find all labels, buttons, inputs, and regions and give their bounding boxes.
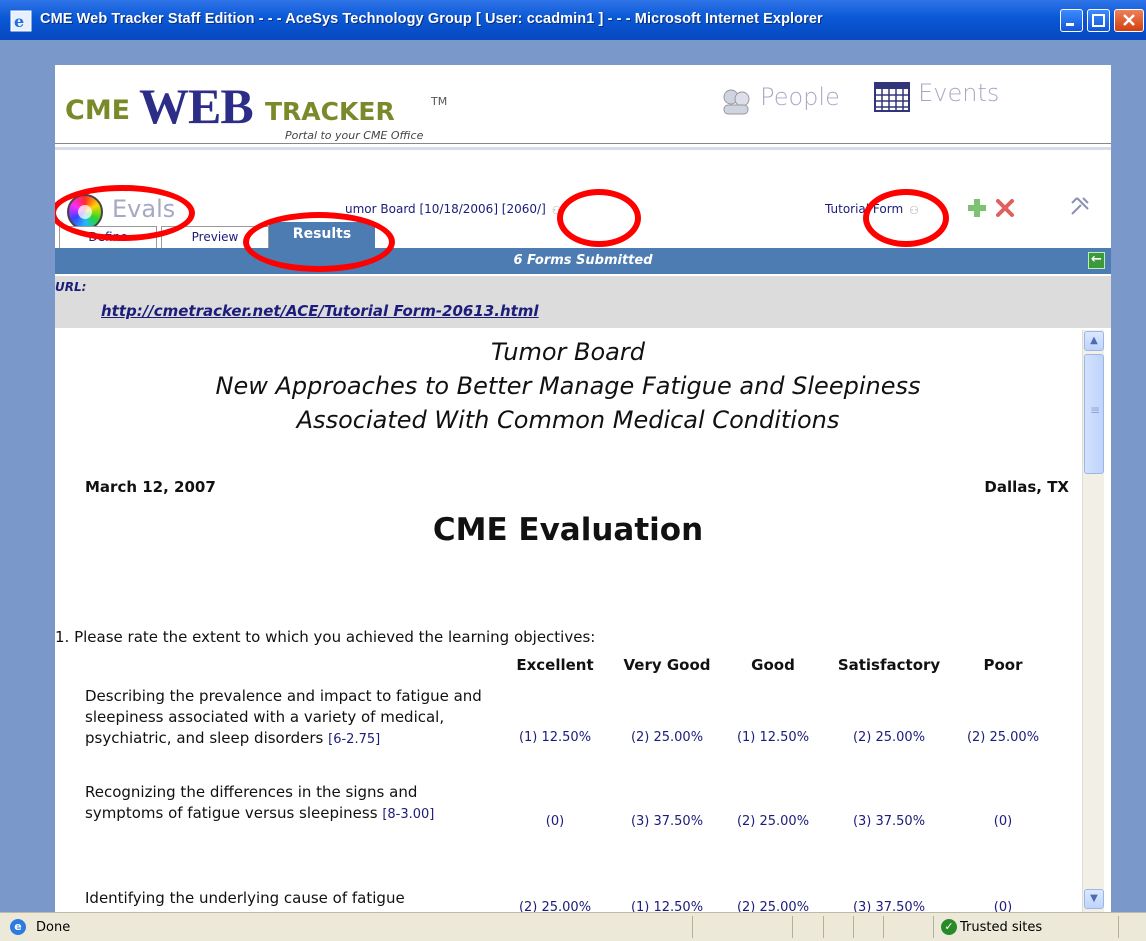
scroll-thumb[interactable] bbox=[1084, 354, 1104, 474]
logo-cme: CME bbox=[65, 95, 131, 126]
table-cell[interactable]: (2) 25.00% bbox=[495, 900, 615, 912]
status-divider bbox=[853, 916, 854, 938]
doc-title-line-1: Tumor Board bbox=[491, 338, 645, 366]
vertical-scrollbar[interactable]: ▲ ▼ bbox=[1082, 330, 1104, 912]
calendar-icon bbox=[874, 81, 910, 112]
minimize-icon bbox=[1066, 23, 1074, 26]
table-cell[interactable]: (1) 12.50% bbox=[495, 730, 615, 745]
people-nav[interactable]: People bbox=[719, 83, 840, 116]
doc-title-line-3: Associated With Common Medical Condition… bbox=[296, 406, 840, 434]
col-header-good: Good bbox=[751, 656, 795, 674]
status-divider bbox=[792, 916, 793, 938]
security-zone-label: Trusted sites bbox=[960, 920, 1043, 935]
window-title: CME Web Tracker Staff Edition - - - AceS… bbox=[40, 11, 823, 27]
col-header-poor: Poor bbox=[983, 656, 1023, 674]
col-header-satisfactory: Satisfactory bbox=[837, 656, 941, 674]
annotation-circle-results-tab bbox=[243, 212, 395, 272]
event-link-text[interactable]: umor Board [10/18/2006] [2060/] bbox=[345, 202, 546, 216]
annotation-circle-evals bbox=[55, 185, 195, 241]
objective-row-2-text: Recognizing the differences in the signs… bbox=[85, 782, 495, 825]
event-date: March 12, 2007 bbox=[85, 478, 216, 496]
table-cell[interactable]: (0) bbox=[495, 814, 615, 829]
back-arrow-icon[interactable]: ← bbox=[1088, 252, 1105, 269]
event-location: Dallas, TX bbox=[984, 478, 1069, 496]
trusted-zone-check-icon: ✓ bbox=[941, 919, 957, 935]
status-divider bbox=[883, 916, 884, 938]
table-cell[interactable]: (2) 25.00% bbox=[943, 730, 1063, 745]
window-title-bar: e CME Web Tracker Staff Edition - - - Ac… bbox=[0, 0, 1146, 40]
status-divider bbox=[823, 916, 824, 938]
table-cell[interactable]: (3) 37.50% bbox=[829, 814, 949, 829]
event-selector[interactable]: umor Board [10/18/2006] [2060/] ⚇ bbox=[345, 202, 566, 217]
table-cell[interactable]: (2) 25.00% bbox=[829, 730, 949, 745]
header-divider-band bbox=[55, 147, 1111, 150]
table-cell[interactable]: (2) 25.00% bbox=[713, 900, 833, 912]
table-cell[interactable]: (2) 25.00% bbox=[607, 730, 727, 745]
table-cell[interactable]: (1) 12.50% bbox=[713, 730, 833, 745]
page-content: CME WEB TRACKER TM Portal to your CME Of… bbox=[55, 65, 1111, 912]
status-text: Done bbox=[36, 920, 71, 935]
forms-submitted-count: 6 Forms Submitted bbox=[513, 253, 653, 268]
maximize-button[interactable] bbox=[1087, 9, 1110, 32]
minimize-button[interactable] bbox=[1060, 9, 1083, 32]
status-bar: e Done ✓ Trusted sites bbox=[0, 912, 1146, 941]
objective-row-1-label: Describing the prevalence and impact to … bbox=[85, 687, 482, 747]
annotation-circle-event-search bbox=[557, 189, 641, 247]
close-window-button[interactable] bbox=[1114, 9, 1144, 32]
svg-text:e: e bbox=[14, 12, 24, 31]
objective-row-3-text: Identifying the underlying cause of fati… bbox=[85, 888, 495, 909]
status-divider bbox=[692, 916, 693, 938]
people-icon bbox=[723, 89, 750, 114]
col-header-very-good: Very Good bbox=[623, 656, 711, 674]
objective-row-3-label: Identifying the underlying cause of fati… bbox=[85, 889, 405, 907]
table-cell[interactable]: (2) 25.00% bbox=[713, 814, 833, 829]
events-label: Events bbox=[918, 79, 1000, 107]
table-cell[interactable]: (3) 37.50% bbox=[829, 900, 949, 912]
tagline: Portal to your CME Office bbox=[285, 129, 424, 142]
results-summary-bar: 6 Forms Submitted ← bbox=[55, 248, 1111, 274]
objective-row-1-ref[interactable]: [6-2.75] bbox=[328, 732, 380, 747]
page-status-icon: e bbox=[10, 919, 26, 935]
logo-tm: TM bbox=[431, 95, 448, 108]
people-label: People bbox=[760, 83, 840, 111]
header-divider bbox=[55, 143, 1111, 144]
scroll-up-button[interactable]: ▲ bbox=[1084, 331, 1104, 351]
annotation-circle-form-search bbox=[863, 189, 949, 247]
delete-x-icon[interactable] bbox=[995, 198, 1015, 218]
maximize-icon bbox=[1092, 14, 1105, 27]
add-plus-icon[interactable] bbox=[967, 198, 987, 218]
objective-row-2-ref[interactable]: [8-3.00] bbox=[382, 807, 434, 822]
doc-heading: CME Evaluation bbox=[432, 512, 704, 548]
table-cell[interactable]: (0) bbox=[943, 814, 1063, 829]
doc-title-line-2: New Approaches to Better Manage Fatigue … bbox=[215, 372, 921, 400]
scroll-down-button[interactable]: ▼ bbox=[1084, 889, 1104, 909]
url-label: URL: bbox=[55, 280, 87, 294]
question-1: 1. Please rate the extent to which you a… bbox=[55, 628, 596, 646]
status-divider bbox=[1118, 916, 1119, 938]
tools-icon[interactable] bbox=[1069, 195, 1091, 217]
close-icon bbox=[1123, 14, 1135, 26]
form-url-panel: URL: http://cmetracker.net/ACE/Tutorial … bbox=[55, 276, 1111, 328]
table-cell[interactable]: (3) 37.50% bbox=[607, 814, 727, 829]
evaluation-document: Tumor Board New Approaches to Better Man… bbox=[55, 330, 1081, 912]
logo-tracker: TRACKER bbox=[265, 97, 395, 126]
logo-web: WEB bbox=[139, 78, 254, 134]
internet-explorer-icon: e bbox=[10, 10, 32, 32]
browser-frame: CME WEB TRACKER TM Portal to your CME Of… bbox=[0, 40, 1146, 912]
status-divider bbox=[933, 916, 934, 938]
events-nav[interactable]: Events bbox=[873, 79, 999, 114]
table-cell[interactable]: (0) bbox=[943, 900, 1063, 912]
table-cell[interactable]: (1) 12.50% bbox=[607, 900, 727, 912]
objective-row-1-text: Describing the prevalence and impact to … bbox=[85, 686, 495, 750]
col-header-excellent: Excellent bbox=[516, 656, 594, 674]
form-url-link[interactable]: http://cmetracker.net/ACE/Tutorial Form-… bbox=[101, 302, 539, 320]
objective-row-2-label: Recognizing the differences in the signs… bbox=[85, 783, 418, 822]
